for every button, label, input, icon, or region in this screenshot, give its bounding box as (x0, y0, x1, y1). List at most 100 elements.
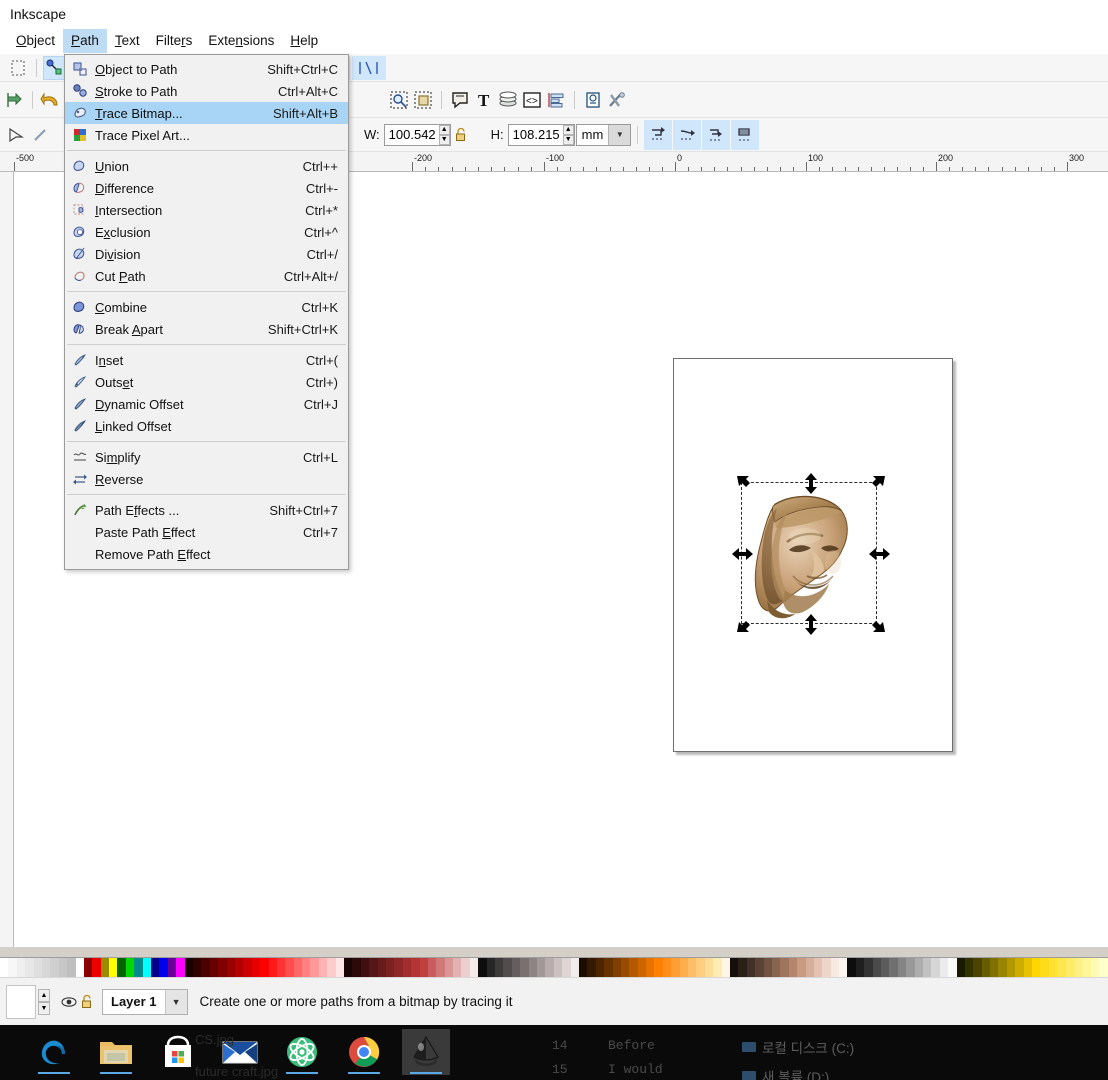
palette-swatch[interactable] (864, 958, 873, 978)
palette-swatch[interactable] (50, 958, 59, 978)
palette-swatch[interactable] (738, 958, 747, 978)
height-stepper[interactable]: ▲ ▼ (562, 124, 574, 145)
palette-swatch[interactable] (1074, 958, 1083, 978)
menu-object[interactable]: Object (8, 29, 63, 53)
menu-item-intersection[interactable]: Intersection Ctrl+* (65, 199, 348, 221)
palette-swatch[interactable] (998, 958, 1007, 978)
palette-swatch[interactable] (830, 958, 840, 978)
palette-swatch[interactable] (394, 958, 403, 978)
palette-swatch[interactable] (469, 958, 479, 978)
palette-swatch[interactable] (713, 958, 722, 978)
palette-swatch[interactable] (495, 958, 504, 978)
palette-swatch[interactable] (897, 958, 907, 978)
vertical-ruler[interactable] (0, 172, 14, 947)
palette-swatch[interactable] (771, 958, 781, 978)
palette-swatch[interactable] (1082, 958, 1091, 978)
palette-swatch[interactable] (780, 958, 789, 978)
palette-swatch[interactable] (805, 958, 814, 978)
palette-swatch[interactable] (637, 958, 647, 978)
color-palette[interactable] (0, 957, 1108, 978)
fill-stroke-indicator[interactable] (6, 984, 36, 1019)
palette-swatch[interactable] (973, 958, 982, 978)
palette-swatch[interactable] (545, 958, 554, 978)
palette-swatch[interactable] (285, 958, 294, 978)
palette-swatch[interactable] (100, 958, 110, 978)
palette-swatch[interactable] (25, 958, 34, 978)
palette-swatch[interactable] (721, 958, 730, 978)
palette-swatch[interactable] (167, 958, 177, 978)
eye-icon[interactable] (60, 996, 78, 1008)
width-stepper[interactable]: ▲ ▼ (438, 124, 450, 145)
palette-swatch[interactable] (729, 958, 739, 978)
xml-editor-icon[interactable] (448, 88, 472, 112)
palette-swatch[interactable] (578, 958, 588, 978)
menu-item-remove-path-effect[interactable]: Remove Path Effect (65, 543, 348, 565)
layer-lock-icon[interactable] (78, 994, 96, 1009)
palette-swatch[interactable] (654, 958, 663, 978)
layers-icon[interactable] (496, 88, 520, 112)
palette-swatch[interactable] (109, 958, 118, 978)
menu-item-union[interactable]: Union Ctrl++ (65, 155, 348, 177)
palette-swatch[interactable] (889, 958, 898, 978)
palette-swatch[interactable] (0, 958, 9, 978)
palette-swatch[interactable] (234, 958, 244, 978)
palette-swatch[interactable] (427, 958, 437, 978)
palette-swatch[interactable] (419, 958, 428, 978)
palette-swatch[interactable] (41, 958, 51, 978)
palette-swatch[interactable] (528, 958, 537, 978)
palette-swatch[interactable] (604, 958, 613, 978)
palette-swatch[interactable] (688, 958, 697, 978)
palette-swatch[interactable] (981, 958, 991, 978)
palette-swatch[interactable] (201, 958, 210, 978)
slash-lines-icon[interactable] (352, 55, 386, 80)
palette-swatch[interactable] (444, 958, 454, 978)
undo-icon[interactable] (39, 88, 63, 112)
menu-text[interactable]: Text (107, 29, 148, 53)
palette-swatch[interactable] (671, 958, 680, 978)
lock-open-icon[interactable] (451, 123, 471, 147)
palette-swatch[interactable] (797, 958, 806, 978)
palette-swatch[interactable] (755, 958, 764, 978)
menu-help[interactable]: Help (282, 29, 326, 53)
palette-swatch[interactable] (453, 958, 462, 978)
palette-swatch[interactable] (956, 958, 965, 978)
taskbar-chrome-icon[interactable] (340, 1029, 388, 1075)
height-input[interactable] (508, 124, 563, 145)
menu-item-division[interactable]: Division Ctrl+/ (65, 243, 348, 265)
palette-swatch[interactable] (134, 958, 143, 978)
palette-swatch[interactable] (763, 958, 772, 978)
selected-bitmap-image[interactable] (745, 484, 865, 624)
layer-selector[interactable]: Layer 1 ▼ (102, 988, 188, 1015)
menu-item-trace-pixel-art[interactable]: Trace Pixel Art... (65, 124, 348, 146)
palette-swatch[interactable] (520, 958, 529, 978)
select-all-icon[interactable] (4, 123, 28, 147)
palette-swatch[interactable] (1090, 958, 1100, 978)
palette-swatch[interactable] (922, 958, 932, 978)
palette-swatch[interactable] (595, 958, 605, 978)
palette-swatch[interactable] (1032, 958, 1041, 978)
palette-swatch[interactable] (209, 958, 219, 978)
palette-swatch[interactable] (8, 958, 17, 978)
palette-swatch[interactable] (16, 958, 26, 978)
palette-swatch[interactable] (931, 958, 940, 978)
lower-icon[interactable] (702, 119, 731, 150)
menu-extensions[interactable]: Extensions (200, 29, 282, 53)
palette-swatch[interactable] (1023, 958, 1033, 978)
palette-swatch[interactable] (1015, 958, 1024, 978)
menu-item-combine[interactable]: Combine Ctrl+K (65, 296, 348, 318)
palette-swatch[interactable] (939, 958, 949, 978)
menu-item-paste-path-effect[interactable]: Paste Path Effect Ctrl+7 (65, 521, 348, 543)
menu-item-simplify[interactable]: Simplify Ctrl+L (65, 446, 348, 468)
palette-swatch[interactable] (646, 958, 655, 978)
palette-swatch[interactable] (1099, 958, 1108, 978)
palette-swatch[interactable] (176, 958, 185, 978)
palette-swatch[interactable] (327, 958, 336, 978)
palette-swatch[interactable] (268, 958, 277, 978)
menu-item-outset[interactable]: Outset Ctrl+) (65, 371, 348, 393)
menu-item-dynamic-offset[interactable]: Dynamic Offset Ctrl+J (65, 393, 348, 415)
menu-item-cut-path[interactable]: Cut Path Ctrl+Alt+/ (65, 265, 348, 287)
palette-swatch[interactable] (67, 958, 76, 978)
menu-path[interactable]: Path (63, 29, 107, 53)
unit-select[interactable]: mm ▼ (575, 123, 632, 146)
palette-swatch[interactable] (478, 958, 487, 978)
